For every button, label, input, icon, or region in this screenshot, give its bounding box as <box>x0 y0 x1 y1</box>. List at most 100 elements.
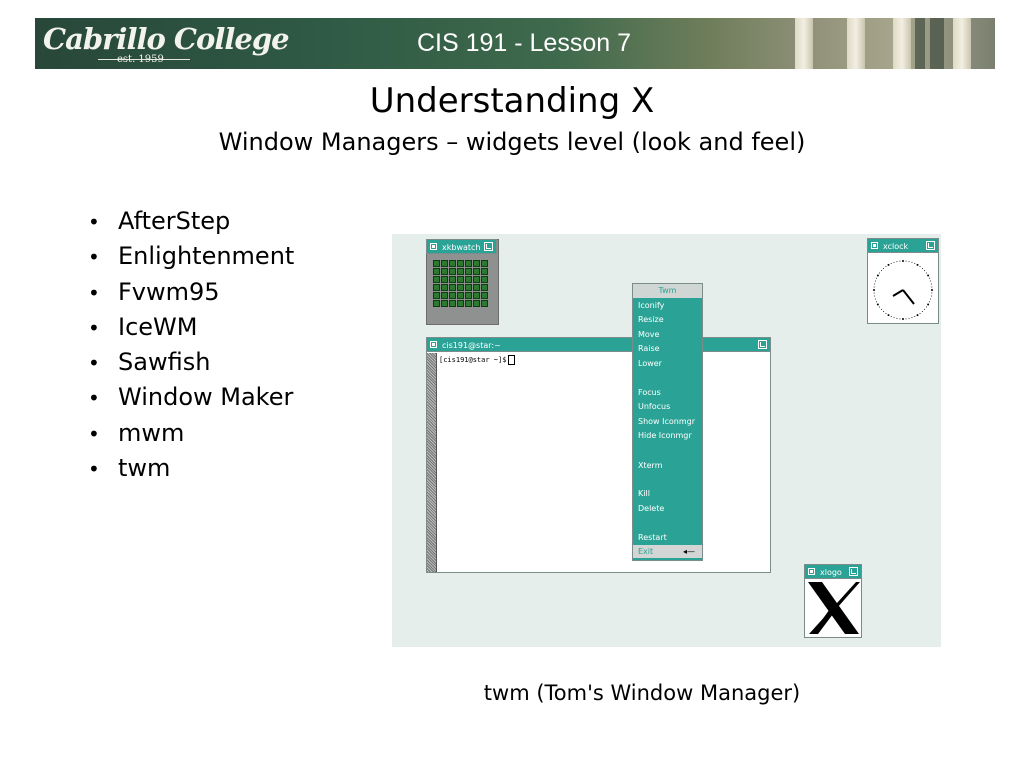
menu-item-delete[interactable]: Delete <box>638 504 664 513</box>
clock-tick <box>914 315 916 317</box>
terminal-prompt: [cis191@star ~]$ <box>439 356 507 364</box>
clock-tick <box>879 306 881 308</box>
clock-tick <box>919 266 921 268</box>
iconify-icon[interactable] <box>430 341 437 348</box>
clock-tick <box>927 303 930 306</box>
clock-tick <box>873 289 875 291</box>
clock-tick <box>916 263 919 266</box>
clock-tick <box>885 266 887 268</box>
menu-item-focus[interactable]: Focus <box>638 388 661 397</box>
menu-item-iconify[interactable]: Iconify <box>638 301 664 310</box>
terminal-prompt-line[interactable]: [cis191@star ~]$ <box>439 355 516 365</box>
led-cell <box>457 260 464 267</box>
led-cell <box>465 260 472 267</box>
menu-item-hide-iconmgr[interactable]: Hide Iconmgr <box>638 431 692 440</box>
led-cell <box>449 268 456 275</box>
menu-item-move[interactable]: Move <box>638 330 659 339</box>
led-cell <box>481 268 488 275</box>
clock-tick <box>925 272 927 274</box>
screenshot-caption: twm (Tom's Window Manager) <box>483 681 801 705</box>
led-cell <box>433 284 440 291</box>
led-cell <box>481 292 488 299</box>
clock-tick <box>879 272 881 274</box>
led-cell <box>433 292 440 299</box>
led-cell <box>473 276 480 283</box>
clock-tick <box>908 317 910 319</box>
menu-item-exit-row[interactable]: Exit ◂— <box>633 545 702 558</box>
menu-item-lower[interactable]: Lower <box>638 359 662 368</box>
led-cell <box>449 260 456 267</box>
resize-icon[interactable] <box>926 241 935 250</box>
bullet-item: • AfterStep <box>88 204 294 239</box>
resize-icon[interactable] <box>758 340 767 349</box>
clock-tick <box>908 261 910 263</box>
menu-item-xterm[interactable]: Xterm <box>638 461 662 470</box>
menu-item-kill[interactable]: Kill <box>638 489 650 498</box>
xkbwatch-window: xkbwatch <box>426 239 499 325</box>
menu-item-show-iconmgr[interactable]: Show Iconmgr <box>638 417 695 426</box>
led-cell <box>441 284 448 291</box>
led-cell <box>465 268 472 275</box>
xlogo-window: xlogo <box>804 564 862 638</box>
clock-tick <box>914 263 916 265</box>
twm-root-menu: Twm Iconify Resize Move Raise Lower Focu… <box>632 283 703 561</box>
led-cell <box>441 268 448 275</box>
led-cell <box>481 300 488 307</box>
iconify-icon[interactable] <box>808 568 815 575</box>
led-cell <box>481 276 488 283</box>
clock-tick <box>876 277 878 279</box>
terminal-scrollbar[interactable] <box>427 353 437 572</box>
clock-tick <box>887 263 890 266</box>
xlogo-titlebar[interactable]: xlogo <box>804 564 862 579</box>
clock-tick <box>876 274 879 277</box>
analog-clock-face <box>873 260 933 320</box>
bullet-dot: • <box>88 386 100 411</box>
bullet-dot: • <box>88 245 100 270</box>
clock-tick <box>930 280 932 282</box>
led-cell <box>457 292 464 299</box>
clock-tick <box>899 318 901 320</box>
iconify-icon[interactable] <box>871 242 878 249</box>
clock-tick <box>927 274 930 277</box>
led-cell <box>433 268 440 275</box>
clock-tick <box>876 301 878 303</box>
led-cell <box>433 276 440 283</box>
bullet-text: Window Maker <box>118 383 294 412</box>
xkbwatch-titlebar[interactable]: xkbwatch <box>426 239 497 254</box>
bullet-dot: • <box>88 351 100 376</box>
clock-tick <box>919 312 921 314</box>
menu-item-restart[interactable]: Restart <box>638 533 667 542</box>
clock-tick <box>876 303 879 306</box>
iconify-icon[interactable] <box>430 243 437 250</box>
bullet-dot: • <box>88 457 100 482</box>
menu-item-exit[interactable]: Exit <box>638 547 653 556</box>
clock-tick <box>911 317 913 319</box>
clock-tick <box>883 267 885 269</box>
menu-item-raise[interactable]: Raise <box>638 344 660 353</box>
xclock-titlebar[interactable]: xclock <box>867 238 939 253</box>
led-cell <box>465 300 472 307</box>
clock-tick <box>885 312 887 314</box>
led-cell <box>457 268 464 275</box>
clock-tick <box>930 295 932 297</box>
clock-tick <box>931 286 933 288</box>
clock-tick <box>890 263 892 265</box>
clock-tick <box>896 317 898 319</box>
slide-subtitle: Window Managers – widgets level (look an… <box>218 128 806 156</box>
clock-tick <box>924 270 926 272</box>
led-cell <box>441 300 448 307</box>
resize-icon[interactable] <box>484 242 493 251</box>
bullet-item: • Sawfish <box>88 345 294 380</box>
window-title: xlogo <box>820 568 842 577</box>
bullet-item: • twm <box>88 451 294 486</box>
menu-item-unfocus[interactable]: Unfocus <box>638 402 670 411</box>
terminal-titlebar[interactable]: cis191@star:~ <box>426 337 771 352</box>
led-cell <box>481 284 488 291</box>
clock-tick <box>925 306 927 308</box>
resize-icon[interactable] <box>849 567 858 576</box>
bullet-text: AfterStep <box>118 207 231 235</box>
menu-item-resize[interactable]: Resize <box>638 315 664 324</box>
terminal-window: cis191@star:~ [cis191@star ~]$ <box>426 337 771 573</box>
clock-tick <box>928 277 930 279</box>
clock-tick <box>931 289 933 291</box>
